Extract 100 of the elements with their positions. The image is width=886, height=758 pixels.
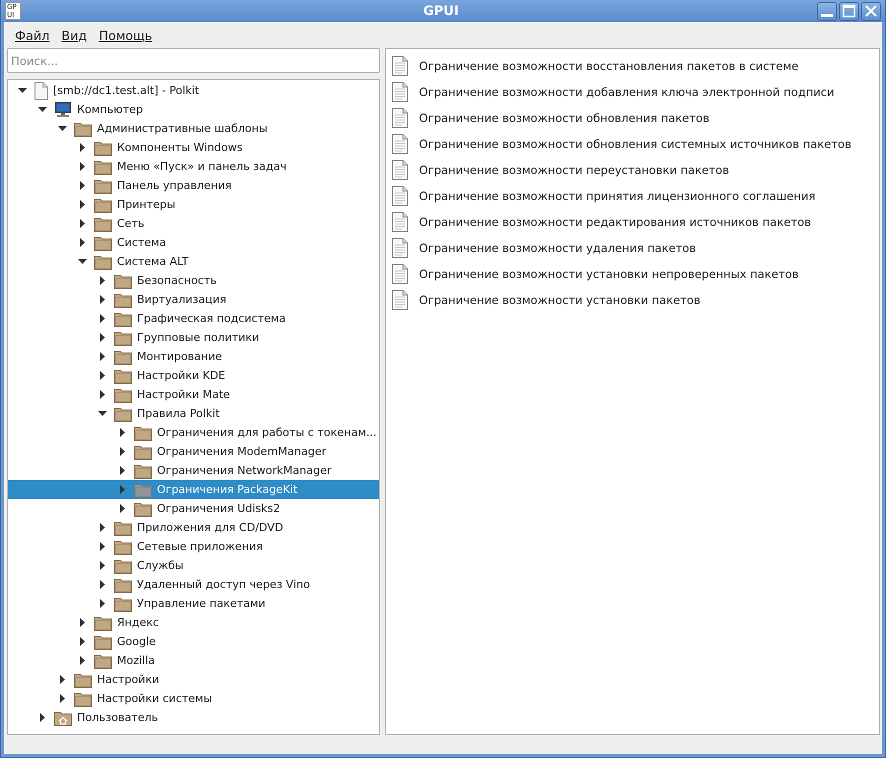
tree-item[interactable]: Google: [8, 632, 379, 651]
tree-item[interactable]: Mozilla: [8, 651, 379, 670]
expand-arrow-icon[interactable]: [118, 447, 127, 456]
expand-arrow-icon[interactable]: [78, 143, 87, 152]
policy-item[interactable]: Ограничение возможности переустановки пакетов: [386, 157, 879, 183]
expand-arrow-icon[interactable]: [78, 618, 87, 627]
expand-arrow-icon[interactable]: [78, 637, 87, 646]
expand-arrow-icon[interactable]: [118, 466, 127, 475]
expand-arrow-icon[interactable]: [58, 694, 67, 703]
policy-item[interactable]: Ограничение возможности принятия лицензионного соглашения: [386, 183, 879, 209]
policy-item[interactable]: Ограничение возможности удаления пакетов: [386, 235, 879, 261]
expand-arrow-icon[interactable]: [98, 276, 107, 285]
expand-arrow-icon[interactable]: [78, 656, 87, 665]
tree-item[interactable]: Виртуализация: [8, 290, 379, 309]
tree-item[interactable]: Компоненты Windows: [8, 138, 379, 157]
tree-item[interactable]: Настройки системы: [8, 689, 379, 708]
expand-arrow-icon[interactable]: [38, 713, 47, 722]
expand-arrow-icon[interactable]: [98, 599, 107, 608]
tree-item[interactable]: Службы: [8, 556, 379, 575]
document-icon: [391, 290, 409, 310]
tree-item[interactable]: Удаленный доступ через Vino: [8, 575, 379, 594]
tree-item[interactable]: Система: [8, 233, 379, 252]
policy-item[interactable]: Ограничение возможности установки непроверенных пакетов: [386, 261, 879, 287]
document-icon: [391, 56, 409, 76]
expand-arrow-icon[interactable]: [78, 219, 87, 228]
tree-item[interactable]: Ограничения Udisks2: [8, 499, 379, 518]
tree-item[interactable]: Сеть: [8, 214, 379, 233]
window-title: GPUI: [422, 4, 460, 18]
tree-item[interactable]: Монтирование: [8, 347, 379, 366]
tree-item[interactable]: Меню «Пуск» и панель задач: [8, 157, 379, 176]
search-field[interactable]: Поиск...: [7, 48, 380, 73]
expand-arrow-icon[interactable]: [78, 200, 87, 209]
minimize-button[interactable]: [817, 2, 837, 20]
policy-item[interactable]: Ограничение возможности восстановления пакетов в системе: [386, 53, 879, 79]
folder-icon: [94, 196, 112, 212]
policy-item[interactable]: Ограничение возможности обновления системных источников пакетов: [386, 131, 879, 157]
folder-icon: [94, 234, 112, 250]
expand-arrow-icon[interactable]: [78, 238, 87, 247]
tree-item[interactable]: Правила Polkit: [8, 404, 379, 423]
expand-arrow-icon[interactable]: [78, 162, 87, 171]
expand-arrow-icon[interactable]: [118, 504, 127, 513]
tree-item[interactable]: Ограничения PackageKit: [8, 480, 379, 499]
tree-item[interactable]: Пользователь: [8, 708, 379, 727]
folder-icon: [114, 406, 132, 422]
collapse-arrow-icon[interactable]: [98, 409, 107, 418]
policy-item[interactable]: Ограничение возможности обновления пакетов: [386, 105, 879, 131]
expand-arrow-icon[interactable]: [98, 390, 107, 399]
policy-item[interactable]: Ограничение возможности редактирования источников пакетов: [386, 209, 879, 235]
maximize-button[interactable]: [839, 2, 859, 20]
tree-item[interactable]: Ограничения NetworkManager: [8, 461, 379, 480]
folder-icon: [74, 672, 92, 688]
expand-arrow-icon[interactable]: [118, 428, 127, 437]
expand-arrow-icon[interactable]: [98, 314, 107, 323]
folder-icon: [94, 158, 112, 174]
collapse-arrow-icon[interactable]: [18, 86, 27, 95]
expand-arrow-icon[interactable]: [98, 523, 107, 532]
expand-arrow-icon[interactable]: [98, 542, 107, 551]
tree-item[interactable]: Сетевые приложения: [8, 537, 379, 556]
menu-item[interactable]: Помощь: [92, 28, 158, 42]
tree-item[interactable]: Управление пакетами: [8, 594, 379, 613]
expand-arrow-icon[interactable]: [98, 295, 107, 304]
tree-item[interactable]: Настройки KDE: [8, 366, 379, 385]
policy-item[interactable]: Ограничение возможности добавления ключа электронной подписи: [386, 79, 879, 105]
expand-arrow-icon[interactable]: [98, 352, 107, 361]
expand-arrow-icon[interactable]: [98, 371, 107, 380]
collapse-arrow-icon[interactable]: [38, 105, 47, 114]
collapse-arrow-icon[interactable]: [78, 257, 87, 266]
maximize-icon: [840, 2, 858, 20]
tree-item[interactable]: Ограничения ModemManager: [8, 442, 379, 461]
document-icon: [391, 186, 409, 206]
expand-arrow-icon[interactable]: [98, 333, 107, 342]
collapse-arrow-icon[interactable]: [58, 124, 67, 133]
folder-icon: [114, 272, 132, 288]
tree-item[interactable]: Графическая подсистема: [8, 309, 379, 328]
menu-item[interactable]: Файл: [9, 28, 56, 42]
tree-item[interactable]: Система ALT: [8, 252, 379, 271]
tree-item[interactable]: Компьютер: [8, 100, 379, 119]
tree-item[interactable]: Настройки: [8, 670, 379, 689]
document-icon: [391, 82, 409, 102]
tree-item[interactable]: Принтеры: [8, 195, 379, 214]
policy-item[interactable]: Ограничение возможности установки пакетов: [386, 287, 879, 313]
tree-item[interactable]: Панель управления: [8, 176, 379, 195]
expand-arrow-icon[interactable]: [58, 675, 67, 684]
expand-arrow-icon[interactable]: [98, 561, 107, 570]
tree-item[interactable]: Административные шаблоны: [8, 119, 379, 138]
folder-icon: [94, 634, 112, 650]
folder-icon: [114, 292, 132, 308]
menu-item[interactable]: Вид: [56, 28, 93, 42]
tree-item[interactable]: Ограничения для работы с токенам...: [8, 423, 379, 442]
tree-item[interactable]: Яндекс: [8, 613, 379, 632]
close-button[interactable]: [861, 2, 881, 20]
tree-item[interactable]: [smb://dc1.test.alt] - Polkit: [8, 81, 379, 100]
expand-arrow-icon[interactable]: [98, 580, 107, 589]
tree-item[interactable]: Приложения для CD/DVD: [8, 518, 379, 537]
folder-icon: [114, 596, 132, 612]
tree-item[interactable]: Групповые политики: [8, 328, 379, 347]
tree-item[interactable]: Настройки Mate: [8, 385, 379, 404]
folder-icon: [94, 254, 112, 270]
tree-item[interactable]: Безопасность: [8, 271, 379, 290]
expand-arrow-icon[interactable]: [78, 181, 87, 190]
